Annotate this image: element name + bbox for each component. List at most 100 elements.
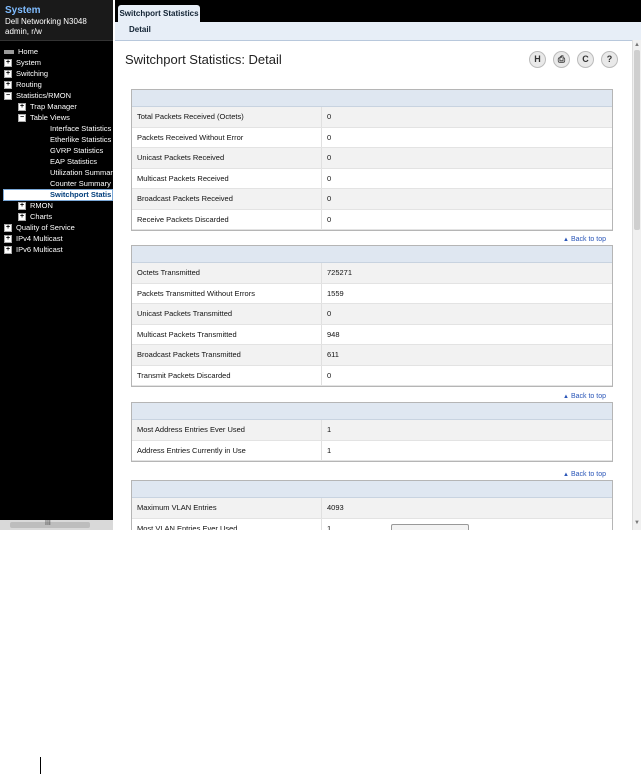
row-value: 0 bbox=[327, 194, 332, 203]
nav-item-utilization-summary[interactable]: Utilization Summary bbox=[50, 168, 117, 178]
expand-icon[interactable]: + bbox=[18, 202, 26, 211]
back-to-top-label: Back to top bbox=[570, 236, 606, 243]
nav-item-label: Home bbox=[18, 47, 39, 56]
row-label: Octets Transmitted bbox=[137, 268, 200, 277]
row-label: Unicast Packets Transmitted bbox=[137, 309, 233, 318]
row-label: Packets Transmitted Without Errors bbox=[137, 288, 255, 298]
expand-icon[interactable]: + bbox=[4, 235, 12, 244]
address-rows: Most Address Entries Ever Used 1 Address … bbox=[132, 420, 612, 461]
nav-item-gvrp-statistics[interactable]: GVRP Statistics bbox=[50, 146, 103, 156]
row-label: Total Packets Received (Octets) bbox=[137, 112, 244, 121]
nav-horizontal-scrollbar[interactable]: III bbox=[0, 520, 113, 530]
nav-item-label: Charts bbox=[30, 212, 53, 221]
back-to-top-label: Back to top bbox=[570, 471, 606, 478]
nav-item-home[interactable]: Home bbox=[4, 47, 38, 57]
navigation-pane: System Dell Networking N3048 admin, r/w … bbox=[0, 0, 117, 530]
back-to-top-link[interactable]: ▲ Back to top bbox=[563, 236, 606, 243]
table-row: Packets Transmitted Without Errors 1559 bbox=[132, 283, 612, 304]
row-label: Transmit Packets Discarded bbox=[137, 370, 231, 380]
print-button[interactable]: ⎙ bbox=[553, 51, 570, 68]
table-row: Maximum VLAN Entries 4093 bbox=[132, 498, 612, 519]
row-label: Unicast Packets Received bbox=[137, 153, 225, 162]
tab-bar: Switchport Statistics bbox=[115, 0, 641, 22]
nav-item-table-views[interactable]: − Table Views bbox=[18, 113, 70, 123]
scroll-up-icon[interactable]: ▲ bbox=[634, 42, 640, 48]
expand-icon[interactable]: + bbox=[4, 246, 12, 255]
row-value: 1 bbox=[327, 523, 332, 531]
nav-item-ipv4-multicast[interactable]: + IPv4 Multicast bbox=[4, 234, 63, 244]
nav-item-trap-manager[interactable]: + Trap Manager bbox=[18, 102, 77, 112]
expand-icon[interactable]: + bbox=[18, 213, 26, 222]
vlan-rows: Maximum VLAN Entries 4093 Most VLAN Entri… bbox=[132, 498, 612, 530]
back-to-top-link[interactable]: ▲ Back to top bbox=[563, 393, 606, 400]
nav-item-label: RMON bbox=[30, 201, 53, 210]
row-value: 0 bbox=[327, 132, 332, 142]
scroll-down-icon[interactable]: ▼ bbox=[634, 520, 640, 526]
subtab-detail[interactable]: Detail bbox=[129, 25, 151, 34]
expand-icon[interactable]: + bbox=[18, 103, 26, 112]
table-row: Most Address Entries Ever Used 1 bbox=[132, 420, 612, 441]
nav-item-statistics-rmon[interactable]: − Statistics/RMON bbox=[4, 91, 71, 101]
panel-header bbox=[132, 481, 612, 498]
expand-icon[interactable]: + bbox=[4, 81, 12, 90]
up-arrow-icon: ▲ bbox=[563, 394, 569, 400]
table-row: Multicast Packets Received 0 bbox=[132, 168, 612, 189]
table-row: Broadcast Packets Transmitted 611 bbox=[132, 345, 612, 366]
row-value: 1 bbox=[327, 445, 332, 455]
row-value: 0 bbox=[327, 214, 332, 224]
transmitted-rows: Octets Transmitted 725271 Packets Transmi… bbox=[132, 263, 612, 386]
page-title: Switchport Statistics: Detail bbox=[125, 52, 282, 67]
up-arrow-icon: ▲ bbox=[563, 472, 569, 478]
nav-item-eap-statistics[interactable]: EAP Statistics bbox=[50, 157, 97, 167]
vlan-entries-panel: Maximum VLAN Entries 4093 Most VLAN Entri… bbox=[131, 480, 613, 530]
nav-item-charts[interactable]: + Charts bbox=[18, 212, 52, 222]
row-value: 948 bbox=[327, 329, 340, 339]
nav-item-label: Table Views bbox=[30, 113, 70, 122]
expand-icon[interactable]: + bbox=[4, 59, 12, 68]
row-value: 0 bbox=[327, 153, 332, 162]
transmitted-statistics-panel: Octets Transmitted 725271 Packets Transmi… bbox=[131, 245, 613, 387]
received-statistics-panel: Total Packets Received (Octets) 0 Packets… bbox=[131, 89, 613, 231]
expand-icon[interactable]: + bbox=[4, 70, 12, 79]
content-pane: Switchport Statistics Detail Switchport … bbox=[115, 0, 641, 530]
app-window: System Dell Networking N3048 admin, r/w … bbox=[0, 0, 641, 530]
table-row: Total Packets Received (Octets) 0 bbox=[132, 107, 612, 128]
expand-icon[interactable]: + bbox=[4, 224, 12, 233]
nav-item-label: Switching bbox=[16, 69, 49, 78]
nav-item-switching[interactable]: + Switching bbox=[4, 69, 48, 79]
back-to-top-link[interactable]: ▲ Back to top bbox=[563, 471, 606, 478]
help-button[interactable]: ? bbox=[601, 51, 618, 68]
nav-item-counter-summary[interactable]: Counter Summary bbox=[50, 179, 111, 189]
content-vertical-scrollbar[interactable]: ▲ ▼ bbox=[632, 40, 641, 530]
table-row: Packets Received Without Error 0 bbox=[132, 127, 612, 148]
nav-item-label: Quality of Service bbox=[16, 223, 75, 232]
up-arrow-icon: ▲ bbox=[563, 237, 569, 243]
user-info: admin, r/w bbox=[5, 27, 42, 36]
save-button[interactable]: H bbox=[529, 51, 546, 68]
partial-button[interactable] bbox=[391, 524, 469, 530]
system-header: System Dell Networking N3048 admin, r/w bbox=[0, 0, 113, 41]
collapse-icon[interactable]: − bbox=[18, 114, 26, 123]
nav-item-etherlike-statistics[interactable]: Etherlike Statistics bbox=[50, 135, 111, 145]
nav-item-quality-of-service[interactable]: + Quality of Service bbox=[4, 223, 75, 233]
nav-item-switchport-statistics[interactable]: Switchport Statis bbox=[3, 189, 113, 201]
nav-item-system[interactable]: + System bbox=[4, 58, 41, 68]
nav-item-label: Routing bbox=[16, 80, 42, 89]
nav-item-interface-statistics[interactable]: Interface Statistics bbox=[50, 124, 111, 134]
row-value: 4093 bbox=[327, 503, 344, 512]
device-name: Dell Networking N3048 bbox=[5, 17, 87, 26]
scrollbar-thumb[interactable] bbox=[634, 50, 640, 230]
table-row: Most VLAN Entries Ever Used 1 bbox=[132, 518, 612, 531]
collapse-icon[interactable]: − bbox=[4, 92, 12, 101]
nav-item-routing[interactable]: + Routing bbox=[4, 80, 42, 90]
nav-item-label: IPv4 Multicast bbox=[16, 234, 63, 243]
table-row: Broadcast Packets Received 0 bbox=[132, 189, 612, 210]
row-label: Multicast Packets Received bbox=[137, 173, 229, 183]
nav-item-rmon[interactable]: + RMON bbox=[18, 201, 53, 211]
nav-item-ipv6-multicast[interactable]: + IPv6 Multicast bbox=[4, 245, 63, 255]
tab-switchport-statistics[interactable]: Switchport Statistics bbox=[118, 5, 200, 22]
row-label: Address Entries Currently in Use bbox=[137, 445, 246, 455]
nav-item-label: IPv6 Multicast bbox=[16, 245, 63, 254]
table-row: Transmit Packets Discarded 0 bbox=[132, 365, 612, 386]
refresh-button[interactable]: C bbox=[577, 51, 594, 68]
